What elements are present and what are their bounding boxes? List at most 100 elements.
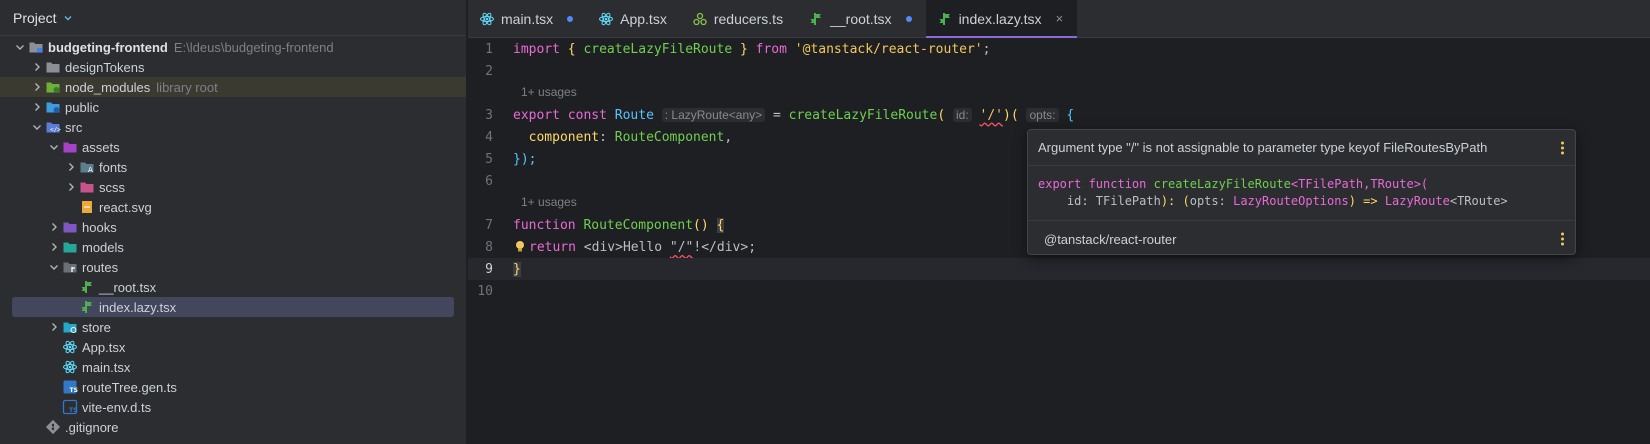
line-number: 5 (485, 151, 493, 167)
tree-item-label: .gitignore (65, 419, 119, 435)
tree-item-app-tsx[interactable]: App.tsx (0, 337, 466, 357)
folder-assets-icon (62, 139, 78, 155)
tree-item-scss[interactable]: scss (0, 177, 466, 197)
tree-item-vite-env-d-ts[interactable]: TS vite-env.d.ts (0, 397, 466, 417)
usages-hint[interactable]: 1+ usages (521, 195, 577, 209)
ts-file-icon: TS (62, 379, 78, 395)
tree-item-public[interactable]: public (0, 97, 466, 117)
chevron-right-icon[interactable] (29, 59, 45, 75)
error-argument: '/' (979, 107, 1003, 123)
line-number: 7 (485, 217, 493, 233)
usages-hint[interactable]: 1+ usages (521, 85, 577, 99)
tree-item-label: node_modules (65, 79, 151, 95)
tree-item-gitignore[interactable]: .gitignore (0, 417, 466, 437)
react-file-icon (479, 11, 495, 27)
react-file-icon (62, 359, 78, 375)
tree-item-label: fonts (99, 159, 128, 175)
tab-label: main.tsx (501, 10, 554, 27)
tree-item-assets[interactable]: assets (0, 137, 466, 157)
tree-item-index-lazy-tsx[interactable]: index.lazy.tsx (12, 297, 454, 317)
folder-icon (45, 59, 61, 75)
project-path-hint: E:\ldeus\budgeting-frontend (173, 39, 334, 55)
tree-item-label: store (82, 319, 111, 335)
tree-item-label: hooks (82, 219, 117, 235)
tab-index-lazy-tsx[interactable]: index.lazy.tsx × (925, 0, 1078, 38)
code-text: import { createLazyFileRoute } from '@ta… (513, 41, 991, 57)
chevron-right-icon[interactable] (63, 159, 79, 175)
redux-file-icon (692, 11, 708, 27)
tree-item-budgeting-frontend[interactable]: budgeting-frontend E:\ldeus\budgeting-fro… (0, 37, 466, 57)
close-icon[interactable]: × (1056, 11, 1064, 26)
react-file-icon (62, 339, 78, 355)
editor-tabbar: main.tsx App.tsx reducers.ts __root.tsx inde… (468, 0, 1650, 38)
line-number: 2 (485, 63, 493, 79)
chevron-right-icon[interactable] (46, 239, 62, 255)
tab-label: index.lazy.tsx (958, 10, 1042, 27)
tree-item-routetree-gen-ts[interactable]: TS routeTree.gen.ts (0, 377, 466, 397)
tree-item-src[interactable]: </> src (0, 117, 466, 137)
line-number: 10 (477, 283, 493, 299)
tree-item-label: src (65, 119, 83, 135)
more-options-icon[interactable] (1561, 232, 1565, 246)
folder-scss-icon (79, 179, 95, 195)
tree-item-label: __root.tsx (99, 279, 157, 295)
tree-item-fonts[interactable]: Afonts (0, 157, 466, 177)
code-text: }); (513, 151, 537, 167)
tooltip-message: Argument type "/" is not assignable to p… (1038, 140, 1488, 155)
tab-main-tsx[interactable]: main.tsx (468, 0, 587, 37)
line-number: 4 (485, 129, 493, 145)
code-line: 3 export const Route : LazyRoute<any> = … (468, 104, 1650, 126)
lightbulb-icon[interactable] (513, 239, 527, 253)
code-line: 1 import { createLazyFileRoute } from '@… (468, 38, 1650, 60)
chevron-right-icon[interactable] (46, 219, 62, 235)
line-number: 1 (485, 41, 493, 57)
tab-reducers-ts[interactable]: reducers.ts (681, 0, 797, 37)
react-file-icon (598, 11, 614, 27)
line-number: 6 (485, 173, 493, 189)
ts-def-file-icon: TS (62, 399, 78, 415)
tree-item-designtokens[interactable]: designTokens (0, 57, 466, 77)
chevron-right-icon[interactable] (46, 319, 62, 335)
tab-root-tsx[interactable]: __root.tsx (797, 0, 925, 37)
tree-item-root-tsx[interactable]: __root.tsx (0, 277, 466, 297)
tree-item-label: routeTree.gen.ts (82, 379, 177, 395)
param-inlay-hint: id: (953, 107, 972, 122)
chevron-right-icon[interactable] (63, 179, 79, 195)
tree-item-hooks[interactable]: hooks (0, 217, 466, 237)
chevron-down-icon[interactable] (29, 119, 45, 135)
folder-store-icon (62, 319, 78, 335)
code-text: } (513, 261, 521, 277)
tree-item-store[interactable]: store (0, 317, 466, 337)
project-title: Project (13, 9, 57, 26)
chevron-right-icon[interactable] (29, 79, 45, 95)
chevron-down-icon[interactable] (12, 39, 28, 55)
more-options-icon[interactable] (1561, 141, 1565, 154)
library-root-hint: library root (156, 79, 218, 95)
svg-text:TS: TS (69, 407, 77, 414)
chevron-down-icon[interactable] (46, 259, 62, 275)
tree-item-react-svg[interactable]: react.svg (0, 197, 466, 217)
tree-item-models[interactable]: models (0, 237, 466, 257)
param-inlay-hint: opts: (1026, 107, 1059, 122)
modified-indicator (905, 15, 912, 22)
tree-item-label: routes (82, 259, 119, 275)
tree-item-label: public (65, 99, 99, 115)
project-header[interactable]: Project (0, 0, 466, 36)
tree-item-main-tsx[interactable]: main.tsx (0, 357, 466, 377)
chevron-down-icon[interactable] (46, 139, 62, 155)
tooltip-signature: export function createLazyFileRoute<TFil… (1028, 166, 1575, 221)
chevron-right-icon[interactable] (29, 99, 45, 115)
route-file-icon (808, 11, 824, 27)
code-line: 10 (468, 280, 1650, 302)
tab-app-tsx[interactable]: App.tsx (587, 0, 681, 37)
tree-item-routes[interactable]: routes (0, 257, 466, 277)
tree-item-node-modules[interactable]: node_modules library root (0, 77, 466, 97)
folder-routes-icon (62, 259, 78, 275)
